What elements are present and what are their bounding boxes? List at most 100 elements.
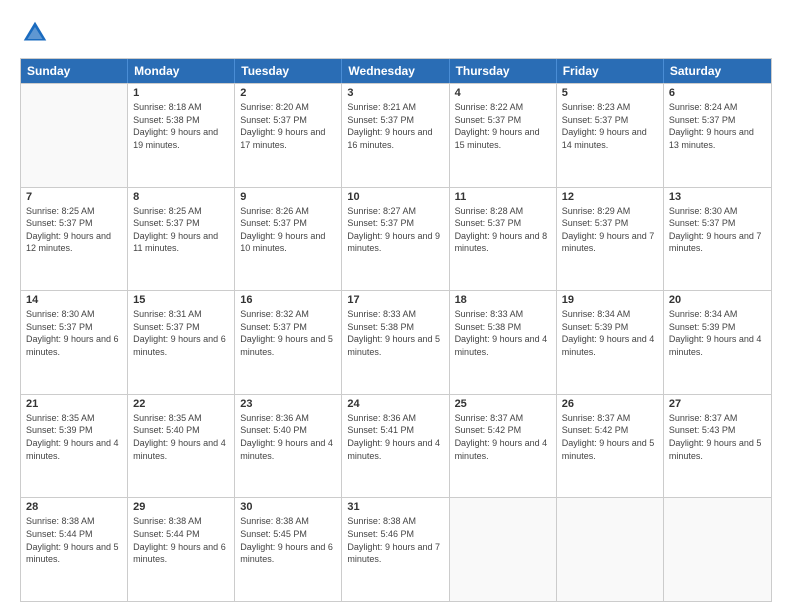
calendar-header: SundayMondayTuesdayWednesdayThursdayFrid…	[21, 59, 771, 83]
calendar-row-0: 1Sunrise: 8:18 AMSunset: 5:38 PMDaylight…	[21, 83, 771, 187]
calendar-cell: 15Sunrise: 8:31 AMSunset: 5:37 PMDayligh…	[128, 291, 235, 394]
sunrise-text: Sunrise: 8:21 AM	[347, 101, 443, 114]
day-number: 11	[455, 191, 551, 203]
sunrise-text: Sunrise: 8:25 AM	[133, 205, 229, 218]
calendar-cell: 19Sunrise: 8:34 AMSunset: 5:39 PMDayligh…	[557, 291, 664, 394]
sunrise-text: Sunrise: 8:31 AM	[133, 308, 229, 321]
sunrise-text: Sunrise: 8:37 AM	[669, 412, 766, 425]
daylight-text: Daylight: 9 hours and 5 minutes.	[26, 541, 122, 566]
sunset-text: Sunset: 5:40 PM	[240, 424, 336, 437]
sunset-text: Sunset: 5:37 PM	[133, 217, 229, 230]
day-number: 1	[133, 87, 229, 99]
daylight-text: Daylight: 9 hours and 5 minutes.	[562, 437, 658, 462]
sunset-text: Sunset: 5:38 PM	[455, 321, 551, 334]
sunrise-text: Sunrise: 8:24 AM	[669, 101, 766, 114]
daylight-text: Daylight: 9 hours and 4 minutes.	[26, 437, 122, 462]
calendar-cell: 30Sunrise: 8:38 AMSunset: 5:45 PMDayligh…	[235, 498, 342, 601]
calendar-row-1: 7Sunrise: 8:25 AMSunset: 5:37 PMDaylight…	[21, 187, 771, 291]
sunset-text: Sunset: 5:43 PM	[669, 424, 766, 437]
calendar-cell: 28Sunrise: 8:38 AMSunset: 5:44 PMDayligh…	[21, 498, 128, 601]
daylight-text: Daylight: 9 hours and 5 minutes.	[669, 437, 766, 462]
calendar-cell: 8 Sunrise: 8:25 AMSunset: 5:37 PMDaylight…	[128, 188, 235, 291]
calendar-cell: 18Sunrise: 8:33 AMSunset: 5:38 PMDayligh…	[450, 291, 557, 394]
daylight-text: Daylight: 9 hours and 9 minutes.	[347, 230, 443, 255]
sunrise-text: Sunrise: 8:38 AM	[133, 515, 229, 528]
day-number: 3	[347, 87, 443, 99]
calendar-cell: 5Sunrise: 8:23 AMSunset: 5:37 PMDaylight…	[557, 84, 664, 187]
sunrise-text: Sunrise: 8:28 AM	[455, 205, 551, 218]
sunset-text: Sunset: 5:39 PM	[669, 321, 766, 334]
calendar-cell: 24Sunrise: 8:36 AMSunset: 5:41 PMDayligh…	[342, 395, 449, 498]
sunset-text: Sunset: 5:37 PM	[240, 217, 336, 230]
sunset-text: Sunset: 5:37 PM	[240, 321, 336, 334]
daylight-text: Daylight: 9 hours and 4 minutes.	[455, 437, 551, 462]
calendar-row-3: 21Sunrise: 8:35 AMSunset: 5:39 PMDayligh…	[21, 394, 771, 498]
header-cell-monday: Monday	[128, 59, 235, 83]
page: SundayMondayTuesdayWednesdayThursdayFrid…	[0, 0, 792, 612]
daylight-text: Daylight: 9 hours and 4 minutes.	[240, 437, 336, 462]
sunrise-text: Sunrise: 8:36 AM	[240, 412, 336, 425]
sunrise-text: Sunrise: 8:38 AM	[240, 515, 336, 528]
daylight-text: Daylight: 9 hours and 4 minutes.	[455, 333, 551, 358]
day-number: 19	[562, 294, 658, 306]
day-number: 30	[240, 501, 336, 513]
calendar-cell: 16 Sunrise: 8:32 AMSunset: 5:37 PMDayligh…	[235, 291, 342, 394]
calendar-row-2: 14Sunrise: 8:30 AMSunset: 5:37 PMDayligh…	[21, 290, 771, 394]
sunrise-text: Sunrise: 8:30 AM	[26, 308, 122, 321]
sunrise-text: Sunrise: 8:38 AM	[347, 515, 443, 528]
daylight-text: Daylight: 9 hours and 7 minutes.	[669, 230, 766, 255]
sunset-text: Sunset: 5:44 PM	[26, 528, 122, 541]
day-number: 16	[240, 294, 336, 306]
daylight-text: Daylight: 9 hours and 6 minutes.	[133, 541, 229, 566]
calendar-cell: 1Sunrise: 8:18 AMSunset: 5:38 PMDaylight…	[128, 84, 235, 187]
sunset-text: Sunset: 5:38 PM	[347, 321, 443, 334]
day-number: 14	[26, 294, 122, 306]
sunset-text: Sunset: 5:37 PM	[133, 321, 229, 334]
daylight-text: Daylight: 9 hours and 5 minutes.	[240, 333, 336, 358]
day-number: 18	[455, 294, 551, 306]
sunset-text: Sunset: 5:40 PM	[133, 424, 229, 437]
day-number: 8	[133, 191, 229, 203]
calendar-cell: 20Sunrise: 8:34 AMSunset: 5:39 PMDayligh…	[664, 291, 771, 394]
day-number: 31	[347, 501, 443, 513]
calendar-cell: 4Sunrise: 8:22 AMSunset: 5:37 PMDaylight…	[450, 84, 557, 187]
sunset-text: Sunset: 5:42 PM	[562, 424, 658, 437]
daylight-text: Daylight: 9 hours and 6 minutes.	[240, 541, 336, 566]
daylight-text: Daylight: 9 hours and 11 minutes.	[133, 230, 229, 255]
calendar-cell: 27Sunrise: 8:37 AMSunset: 5:43 PMDayligh…	[664, 395, 771, 498]
daylight-text: Daylight: 9 hours and 7 minutes.	[347, 541, 443, 566]
calendar-cell: 25Sunrise: 8:37 AMSunset: 5:42 PMDayligh…	[450, 395, 557, 498]
day-number: 25	[455, 398, 551, 410]
sunset-text: Sunset: 5:41 PM	[347, 424, 443, 437]
day-number: 4	[455, 87, 551, 99]
sunset-text: Sunset: 5:42 PM	[455, 424, 551, 437]
day-number: 2	[240, 87, 336, 99]
sunrise-text: Sunrise: 8:33 AM	[347, 308, 443, 321]
sunrise-text: Sunrise: 8:32 AM	[240, 308, 336, 321]
sunset-text: Sunset: 5:39 PM	[26, 424, 122, 437]
daylight-text: Daylight: 9 hours and 5 minutes.	[347, 333, 443, 358]
day-number: 5	[562, 87, 658, 99]
sunset-text: Sunset: 5:38 PM	[133, 114, 229, 127]
calendar-cell: 7Sunrise: 8:25 AMSunset: 5:37 PMDaylight…	[21, 188, 128, 291]
daylight-text: Daylight: 9 hours and 7 minutes.	[562, 230, 658, 255]
sunset-text: Sunset: 5:37 PM	[26, 217, 122, 230]
calendar-cell: 10Sunrise: 8:27 AMSunset: 5:37 PMDayligh…	[342, 188, 449, 291]
calendar-cell: 9Sunrise: 8:26 AMSunset: 5:37 PMDaylight…	[235, 188, 342, 291]
sunrise-text: Sunrise: 8:36 AM	[347, 412, 443, 425]
header-cell-tuesday: Tuesday	[235, 59, 342, 83]
header	[20, 18, 772, 48]
calendar-cell: 11Sunrise: 8:28 AMSunset: 5:37 PMDayligh…	[450, 188, 557, 291]
sunset-text: Sunset: 5:46 PM	[347, 528, 443, 541]
daylight-text: Daylight: 9 hours and 15 minutes.	[455, 126, 551, 151]
sunrise-text: Sunrise: 8:38 AM	[26, 515, 122, 528]
calendar-cell: 14Sunrise: 8:30 AMSunset: 5:37 PMDayligh…	[21, 291, 128, 394]
header-cell-sunday: Sunday	[21, 59, 128, 83]
calendar-cell: 13Sunrise: 8:30 AMSunset: 5:37 PMDayligh…	[664, 188, 771, 291]
sunrise-text: Sunrise: 8:25 AM	[26, 205, 122, 218]
calendar: SundayMondayTuesdayWednesdayThursdayFrid…	[20, 58, 772, 602]
daylight-text: Daylight: 9 hours and 4 minutes.	[562, 333, 658, 358]
logo	[20, 18, 54, 48]
logo-icon	[20, 18, 50, 48]
calendar-cell: 23Sunrise: 8:36 AMSunset: 5:40 PMDayligh…	[235, 395, 342, 498]
